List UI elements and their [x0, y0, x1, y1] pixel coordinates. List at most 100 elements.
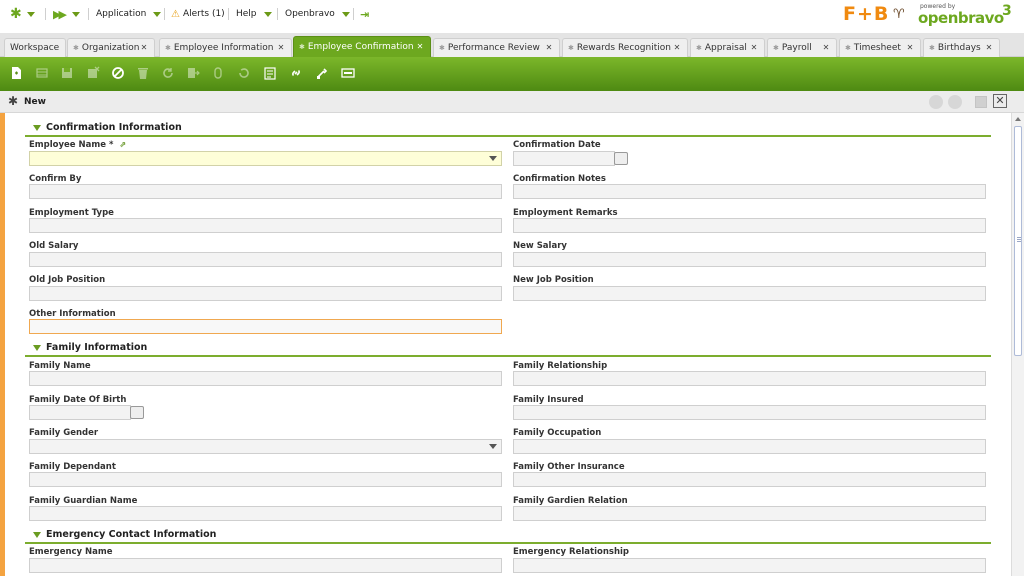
close-icon[interactable]: ✕: [821, 42, 831, 53]
section-confirmation-information[interactable]: Confirmation Information: [25, 119, 991, 137]
checklist-button[interactable]: [260, 63, 280, 83]
tab-appraisal[interactable]: ✱ Appraisal ✕: [690, 38, 765, 57]
section-family-information[interactable]: Family Information: [25, 339, 991, 357]
tab-workspace[interactable]: Workspace: [4, 38, 66, 57]
old-job-position-field[interactable]: [29, 286, 502, 301]
new-document-button[interactable]: [6, 63, 26, 83]
employment-type-field[interactable]: [29, 218, 502, 233]
tab-employee-confirmation[interactable]: ✱ Employee Confirmation ✕: [293, 36, 431, 57]
cancel-button[interactable]: [108, 63, 128, 83]
family-name-field[interactable]: [29, 371, 502, 386]
new-salary-field[interactable]: [513, 252, 986, 267]
family-gardien-relation-field[interactable]: [513, 506, 986, 521]
undo-button[interactable]: [234, 63, 254, 83]
tab-marker-icon: ✱: [568, 44, 574, 52]
link-button[interactable]: [286, 63, 306, 83]
tab-employee-information[interactable]: ✱ Employee Information ✕: [159, 38, 292, 57]
openbravo-logo: powered by openbravo 3: [918, 3, 1018, 29]
family-guardian-name-field[interactable]: [29, 506, 502, 521]
tab-performance-review[interactable]: ✱ Performance Review ✕: [433, 38, 560, 57]
confirmation-notes-field[interactable]: [513, 184, 986, 199]
new-job-position-label: New Job Position: [513, 275, 594, 285]
close-icon[interactable]: ✕: [544, 42, 554, 53]
attachment-button[interactable]: [208, 63, 228, 83]
close-icon[interactable]: ✕: [672, 42, 682, 53]
record-status-bar: ✱ New ✕: [0, 91, 1024, 113]
scrollbar-thumb[interactable]: [1014, 126, 1022, 356]
scroll-up-icon[interactable]: [1015, 117, 1021, 121]
save-icon: [62, 68, 72, 78]
other-information-field[interactable]: [29, 319, 502, 334]
tab-rewards-recognition[interactable]: ✱ Rewards Recognition ✕: [562, 38, 688, 57]
family-other-insurance-label: Family Other Insurance: [513, 462, 625, 472]
employee-name-label: Employee Name * ⇗: [29, 140, 126, 150]
emergency-name-label: Emergency Name: [29, 547, 113, 557]
confirmation-date-field[interactable]: [513, 151, 615, 166]
export-button[interactable]: [183, 63, 203, 83]
grid-view-button[interactable]: [32, 63, 52, 83]
tab-payroll[interactable]: ✱ Payroll ✕: [767, 38, 837, 57]
family-dob-field[interactable]: [29, 405, 131, 420]
alerts-menu[interactable]: ⚠ Alerts (1): [171, 7, 225, 21]
user-menu[interactable]: Openbravo: [285, 7, 350, 21]
calendar-icon[interactable]: [614, 152, 628, 165]
fnb-logo: F+B ♈: [843, 3, 907, 29]
emergency-name-field[interactable]: [29, 558, 502, 573]
form-view-button[interactable]: [338, 63, 358, 83]
link-icon[interactable]: ⇗: [119, 140, 126, 149]
chevron-down-icon[interactable]: [489, 156, 497, 161]
section-emergency-contact-information[interactable]: Emergency Contact Information: [25, 526, 991, 544]
chevron-down-icon[interactable]: [489, 444, 497, 449]
close-icon[interactable]: ✕: [276, 42, 286, 53]
employee-name-field[interactable]: [29, 151, 502, 166]
collapse-arrow-icon: [33, 345, 41, 351]
family-guardian-name-label: Family Guardian Name: [29, 496, 138, 506]
help-menu[interactable]: Help: [236, 7, 272, 21]
employee-confirmation-form: Confirmation Information Employee Name *…: [5, 113, 1011, 576]
calendar-icon[interactable]: [130, 406, 144, 419]
family-dependant-field[interactable]: [29, 472, 502, 487]
quick-launch-menu[interactable]: ▶▶: [53, 7, 80, 21]
refresh-icon: [163, 68, 173, 78]
family-gender-field[interactable]: [29, 439, 502, 454]
family-insured-field[interactable]: [513, 405, 986, 420]
logout-button[interactable]: ⇥: [360, 7, 369, 21]
family-relationship-field[interactable]: [513, 371, 986, 386]
tab-label: Birthdays: [937, 43, 981, 53]
emergency-relationship-field[interactable]: [513, 558, 986, 573]
tab-label: Payroll: [781, 43, 812, 53]
family-dob-label: Family Date Of Birth: [29, 395, 127, 405]
delete-button[interactable]: [133, 63, 153, 83]
tab-timesheet[interactable]: ✱ Timesheet ✕: [839, 38, 921, 57]
save-close-button[interactable]: [83, 63, 103, 83]
tab-marker-icon: ✱: [73, 44, 79, 52]
application-menu[interactable]: Application: [96, 7, 162, 21]
new-job-position-field[interactable]: [513, 286, 986, 301]
close-icon[interactable]: ✕: [984, 42, 994, 53]
close-icon[interactable]: ✕: [905, 42, 915, 53]
family-occupation-field[interactable]: [513, 439, 986, 454]
tab-birthdays[interactable]: ✱ Birthdays ✕: [923, 38, 1000, 57]
previous-record-icon[interactable]: [929, 95, 943, 109]
next-record-icon[interactable]: [948, 95, 962, 109]
close-icon[interactable]: ✕: [139, 42, 149, 53]
refresh-button[interactable]: [158, 63, 178, 83]
family-other-insurance-field[interactable]: [513, 472, 986, 487]
tab-organization[interactable]: ✱ Organization ✕: [67, 38, 155, 57]
close-icon[interactable]: ✕: [993, 94, 1007, 108]
new-record-icon: ✱: [8, 94, 19, 108]
save-button[interactable]: [57, 63, 77, 83]
close-icon[interactable]: ✕: [749, 42, 759, 53]
family-insured-label: Family Insured: [513, 395, 584, 405]
employee-name-label-text: Employee Name: [29, 140, 107, 150]
confirm-by-field[interactable]: [29, 184, 502, 199]
family-relationship-label: Family Relationship: [513, 361, 608, 371]
employment-remarks-field[interactable]: [513, 218, 986, 233]
tools-button[interactable]: [312, 63, 332, 83]
old-salary-field[interactable]: [29, 252, 502, 267]
logout-icon: ⇥: [360, 7, 370, 21]
maximize-icon[interactable]: [975, 96, 987, 108]
close-icon[interactable]: ✕: [415, 41, 425, 52]
workspace-menu[interactable]: ✱: [10, 6, 35, 22]
vertical-scrollbar[interactable]: [1011, 113, 1024, 576]
